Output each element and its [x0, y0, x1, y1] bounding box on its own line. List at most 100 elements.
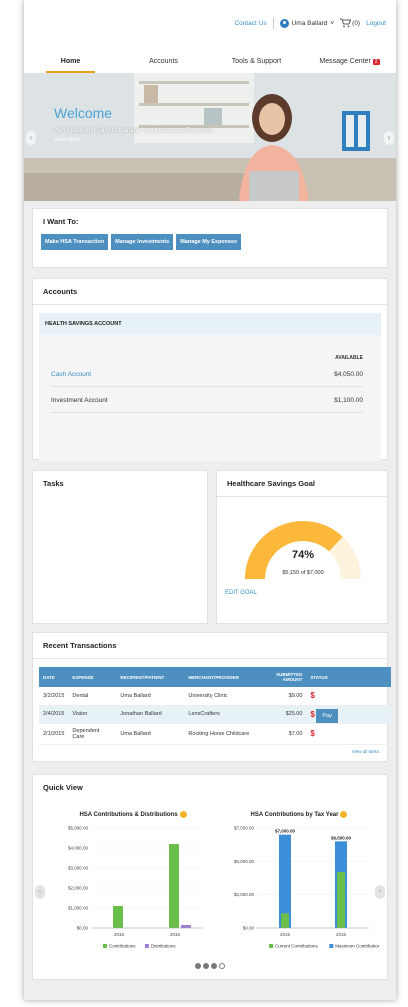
tx-date: 2/1/2015 — [39, 723, 69, 745]
chevron-left-icon[interactable]: ‹ — [35, 885, 45, 899]
tab-home[interactable]: Home — [24, 55, 117, 73]
legend-label: Contributions — [109, 944, 136, 949]
dollar-status-icon: $ — [310, 691, 315, 701]
cart-icon — [340, 18, 352, 28]
logout-link[interactable]: Logout — [366, 20, 386, 27]
i-want-to-panel: I Want To: Make HSA Transaction Manage I… — [32, 208, 388, 268]
tab-label: Message Center — [319, 58, 371, 65]
tab-label: Tools & Support — [231, 58, 282, 65]
edit-goal-link[interactable]: EDIT GOAL — [217, 587, 387, 599]
tab-message-center[interactable]: Message Center 2 — [303, 55, 396, 73]
manage-expenses-button[interactable]: Manage My Expenses — [176, 234, 242, 250]
carousel-dot[interactable] — [203, 963, 209, 969]
tx-amount: $7.00 — [266, 723, 307, 745]
tab-label: Accounts — [149, 58, 178, 65]
y-tick-label: $5,000.00 — [68, 826, 89, 831]
chevron-left-icon[interactable]: ‹ — [26, 131, 36, 145]
manage-investments-button[interactable]: Manage Investments — [111, 234, 174, 250]
bar — [169, 844, 179, 929]
table-row[interactable]: 3/2/2015 Dental Uma Ballard University C… — [39, 687, 391, 706]
bar — [337, 872, 345, 929]
y-tick-label: $3,000.00 — [68, 866, 89, 871]
goal-percent: 74% — [291, 549, 315, 561]
tx-recipient: Jonathan Ballard — [116, 705, 185, 724]
app-frame: Contact Us Uma Ballard ˅ (0) Logout Home… — [24, 0, 396, 1000]
info-icon[interactable] — [179, 811, 187, 818]
user-menu[interactable]: Uma Ballard ˅ — [279, 18, 335, 28]
data-label: $7,000.00 — [275, 829, 296, 834]
y-tick-label: $2,500.00 — [234, 892, 255, 897]
tab-label: Home — [60, 58, 81, 65]
chevron-down-icon: ˅ — [330, 19, 335, 27]
accounts-list: AVAILABLE Cash Account $4,050.00 Investm… — [39, 335, 381, 461]
carousel-dots — [33, 963, 387, 971]
y-tick-label: $1,000.00 — [68, 906, 89, 911]
top-bar: Contact Us Uma Ballard ˅ (0) Logout — [24, 0, 396, 55]
tx-merchant: LensCrafters — [184, 705, 267, 724]
legend-swatch — [269, 944, 273, 949]
col-header: DATE — [39, 667, 69, 687]
contact-us-link[interactable]: Contact Us — [234, 20, 266, 27]
tx-date: 2/4/2015 — [39, 705, 69, 724]
tx-expense: Dental — [68, 687, 117, 706]
contributions-by-tax-year-chart: $7,500.00 $5,000.00 $2,500.00 $0.00 $7,000.0… — [234, 826, 381, 949]
table-row[interactable]: 2/1/2015 Dependent Care Uma Ballard Rock… — [39, 723, 391, 745]
learn-more-link[interactable]: Learn More — [54, 137, 80, 143]
pay-button[interactable]: Pay — [316, 708, 338, 723]
make-hsa-transaction-button[interactable]: Make HSA Transaction — [41, 234, 109, 250]
account-name[interactable]: Cash Account — [51, 371, 91, 378]
chevron-right-icon[interactable]: › — [384, 131, 394, 145]
carousel-dot[interactable] — [211, 963, 217, 969]
accounts-panel: Accounts HEALTH SAVINGS ACCOUNT AVAILABL… — [32, 278, 388, 461]
carousel-dot[interactable] — [195, 963, 201, 969]
available-header: AVAILABLE — [335, 355, 363, 361]
bar — [113, 906, 123, 929]
col-header: EXPENSE — [68, 667, 117, 687]
tx-merchant: Rocking Horse Childcare — [184, 723, 267, 745]
divider — [272, 17, 274, 29]
tx-recipient: Uma Ballard — [116, 687, 185, 706]
panel-title: Tasks — [43, 479, 64, 488]
tx-amount: $9.00 — [266, 687, 307, 706]
account-row[interactable]: Cash Account $4,050.00 — [51, 371, 363, 387]
tab-tools-support[interactable]: Tools & Support — [210, 55, 303, 73]
dollar-status-icon: $ — [310, 729, 315, 738]
y-tick-label: $0.00 — [77, 926, 89, 931]
dollar-status-icon: $ — [310, 709, 315, 719]
legend-label: Maximum Contribution — [335, 944, 379, 949]
account-amount: $4,050.00 — [334, 371, 363, 378]
hsa-section-header: HEALTH SAVINGS ACCOUNT — [39, 313, 381, 335]
tab-accounts[interactable]: Accounts — [117, 55, 210, 73]
message-count-badge: 2 — [372, 59, 380, 65]
bar — [181, 925, 191, 929]
table-row[interactable]: 2/4/2015 Vision Jonathan Ballard LensCra… — [39, 705, 391, 724]
quick-view-panel: Quick View ‹ › HSA Contributions & Distr… — [32, 774, 388, 980]
x-tick-label: 2016 — [336, 932, 347, 937]
info-icon[interactable] — [340, 811, 348, 818]
carousel-dot[interactable] — [219, 963, 225, 969]
hero-tagline: We're Making It Easy to Manage Your Heal… — [54, 128, 213, 134]
y-tick-label: $7,500.00 — [234, 826, 255, 831]
cart-count: (0) — [352, 19, 361, 27]
panel-title: Healthcare Savings Goal — [217, 471, 387, 497]
legend-swatch — [144, 944, 149, 949]
x-tick-label: 2016 — [170, 932, 181, 937]
tx-merchant: University Clinic — [184, 687, 267, 706]
account-row: Investment Account $1,100.00 — [51, 397, 363, 413]
view-all-tasks-link[interactable]: View all tasks — [33, 745, 387, 758]
cart-button[interactable]: (0) — [340, 18, 360, 28]
y-tick-label: $4,000.00 — [68, 846, 89, 851]
tx-recipient: Uma Ballard — [116, 723, 185, 745]
savings-goal-panel: Healthcare Savings Goal 74% $5,150 of $7… — [216, 470, 388, 624]
user-icon — [279, 18, 289, 28]
col-header: RECIPIENT/PATIENT — [116, 667, 185, 687]
col-header: STATUS — [306, 667, 391, 687]
legend-label: Distributions — [151, 944, 177, 949]
tasks-panel: Tasks — [32, 470, 208, 624]
panel-title: I Want To: — [43, 217, 79, 226]
x-tick-label: 2015 — [280, 932, 291, 937]
contributions-distributions-chart: $5,000.00 $4,000.00 $3,000.00 $2,000.00 $1,0… — [68, 826, 203, 949]
panel-title: Accounts — [33, 279, 387, 305]
x-tick-label: 2015 — [114, 932, 125, 937]
tx-expense: Dependent Care — [68, 723, 117, 745]
